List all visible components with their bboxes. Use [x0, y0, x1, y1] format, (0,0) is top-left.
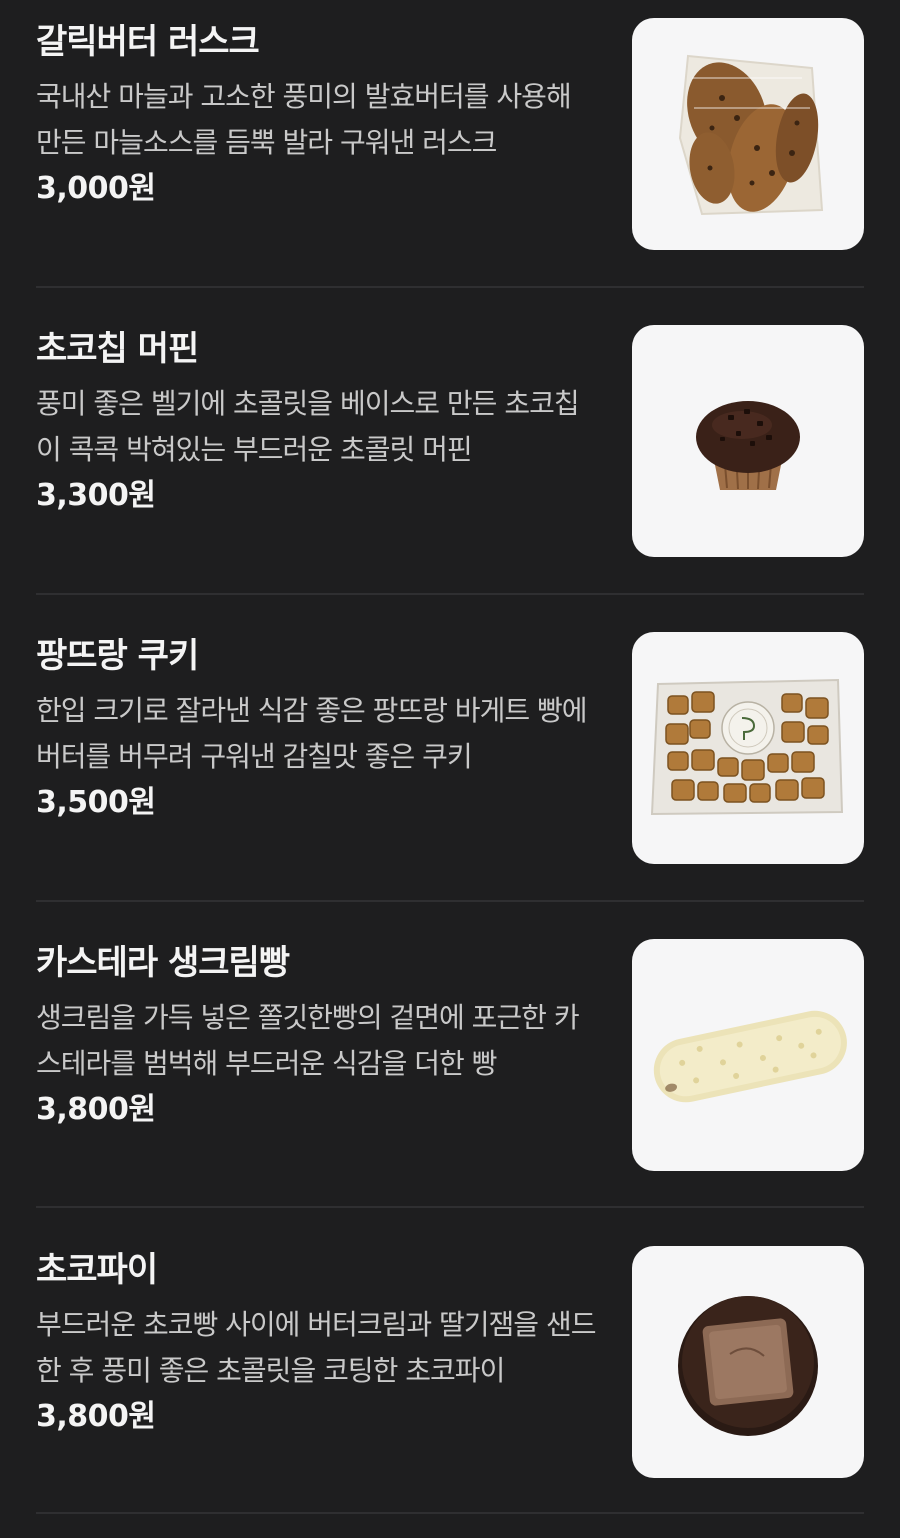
product-item-castella-cream-bread[interactable]: 카스테라 생크림빵 생크림을 가득 넣은 쫄깃한빵의 겉면에 포근한 카스테라를…	[0, 921, 900, 1228]
product-text: 카스테라 생크림빵 생크림을 가득 넣은 쫄깃한빵의 겉면에 포근한 카스테라를…	[36, 943, 596, 1131]
garlic-butter-rusk-photo-icon	[678, 54, 824, 216]
product-image[interactable]	[632, 325, 864, 557]
product-image[interactable]	[632, 632, 864, 864]
item-divider	[36, 1206, 864, 1208]
product-item-chocolate-chip-muffin[interactable]: 초코칩 머핀 풍미 좋은 벨기에 초콜릿을 베이스로 만든 초코칩이 콕콕 박혀…	[0, 307, 900, 614]
product-name: 팡뜨랑 쿠키	[36, 636, 199, 676]
product-price: 3,800원	[36, 1399, 156, 1434]
product-item-choco-pie[interactable]: 초코파이 부드러운 초코빵 사이에 버터크림과 딸기잼을 샌드한 후 풍미 좋은…	[0, 1228, 900, 1535]
product-description: 부드러운 초코빵 사이에 버터크림과 딸기잼을 샌드한 후 풍미 좋은 초콜릿을…	[36, 1308, 596, 1387]
item-divider	[36, 593, 864, 595]
item-divider	[36, 286, 864, 288]
product-item-bread-cookie[interactable]: 팡뜨랑 쿠키 한입 크기로 잘라낸 식감 좋은 팡뜨랑 바게트 빵에 버터를 버…	[0, 614, 900, 921]
chocolate-chip-muffin-photo-icon	[696, 401, 800, 490]
bread-cookie-bag-photo-icon	[650, 678, 844, 816]
product-item-garlic-butter-rusk[interactable]: 갈릭버터 러스크 국내산 마늘과 고소한 풍미의 발효버터를 사용해 만든 마늘…	[0, 0, 900, 307]
product-description: 국내산 마늘과 고소한 풍미의 발효버터를 사용해 만든 마늘소스를 듬뿍 발라…	[36, 80, 572, 159]
product-price: 3,800원	[36, 1092, 156, 1127]
product-name: 카스테라 생크림빵	[36, 943, 290, 983]
product-text: 초코파이 부드러운 초코빵 사이에 버터크림과 딸기잼을 샌드한 후 풍미 좋은…	[36, 1250, 596, 1438]
item-divider	[36, 1512, 864, 1514]
product-text: 초코칩 머핀 풍미 좋은 벨기에 초콜릿을 베이스로 만든 초코칩이 콕콕 박혀…	[36, 329, 596, 517]
product-description: 생크림을 가득 넣은 쫄깃한빵의 겉면에 포근한 카스테라를 범벅해 부드러운 …	[36, 1001, 580, 1080]
product-description: 풍미 좋은 벨기에 초콜릿을 베이스로 만든 초코칩이 콕콕 박혀있는 부드러운…	[36, 387, 580, 466]
product-description: 한입 크기로 잘라낸 식감 좋은 팡뜨랑 바게트 빵에 버터를 버무려 구워낸 …	[36, 694, 588, 773]
product-price: 3,300원	[36, 478, 156, 513]
product-image[interactable]	[632, 18, 864, 250]
product-text: 갈릭버터 러스크 국내산 마늘과 고소한 풍미의 발효버터를 사용해 만든 마늘…	[36, 22, 596, 210]
item-divider	[36, 900, 864, 902]
product-list: 갈릭버터 러스크 국내산 마늘과 고소한 풍미의 발효버터를 사용해 만든 마늘…	[0, 0, 900, 1538]
product-image[interactable]	[632, 1246, 864, 1478]
product-name: 초코파이	[36, 1250, 158, 1290]
product-name: 갈릭버터 러스크	[36, 22, 260, 62]
choco-pie-photo-icon	[678, 1296, 818, 1436]
product-text: 팡뜨랑 쿠키 한입 크기로 잘라낸 식감 좋은 팡뜨랑 바게트 빵에 버터를 버…	[36, 636, 596, 824]
product-image[interactable]	[632, 939, 864, 1171]
castella-cream-bread-photo-icon	[653, 1010, 847, 1103]
product-price: 3,500원	[36, 785, 156, 820]
product-price: 3,000원	[36, 171, 156, 206]
product-name: 초코칩 머핀	[36, 329, 199, 369]
